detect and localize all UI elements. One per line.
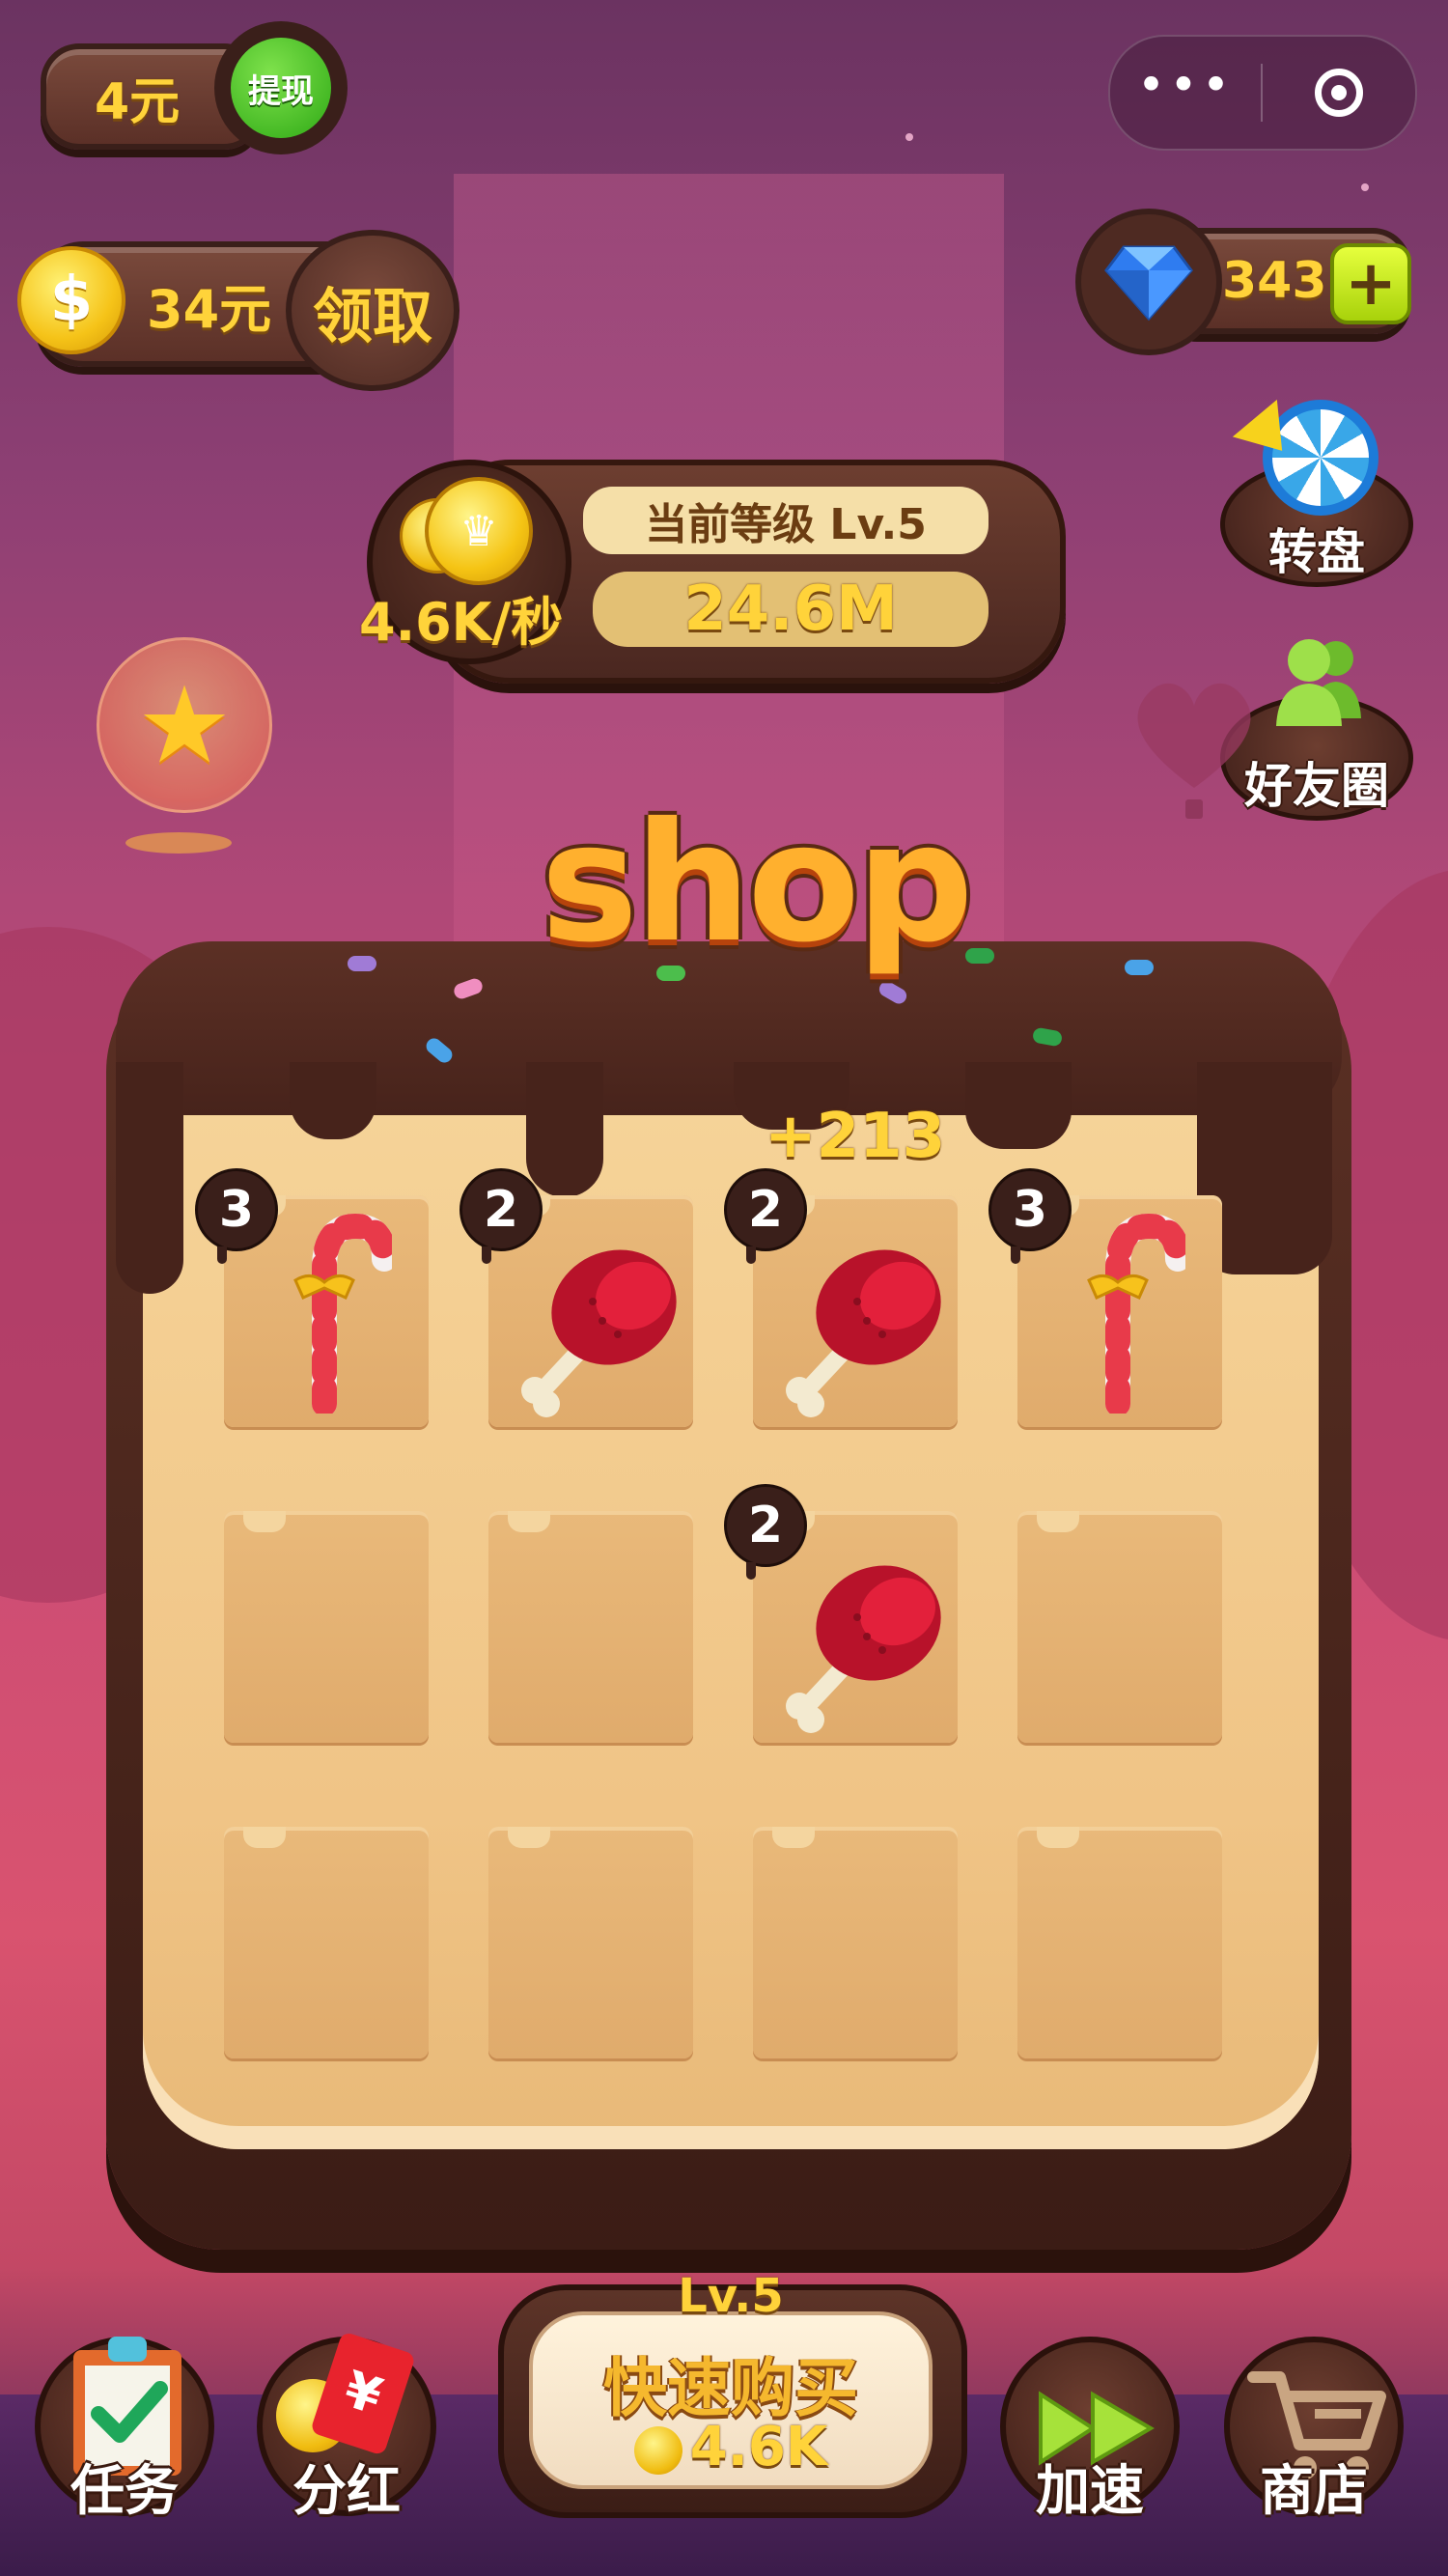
lucky-wheel-button[interactable]: 转盘 — [1220, 394, 1413, 587]
star-icon: ★ — [136, 663, 233, 787]
balloon-decoration — [1137, 683, 1251, 819]
quick-buy-cost-value: 4.6K — [689, 2416, 828, 2478]
diamond-icon — [1075, 209, 1222, 355]
miniprogram-capsule: ••• — [1108, 35, 1417, 151]
dividend-label: 分红 — [292, 2460, 401, 2523]
sparkle — [1361, 183, 1369, 191]
dollar-symbol: $ — [49, 265, 94, 336]
dividend-button[interactable]: ¥ 分红 — [257, 2331, 436, 2523]
candy-cane-icon[interactable] — [1050, 1211, 1190, 1417]
sprinkle — [1125, 960, 1154, 975]
shop-slot[interactable] — [488, 1511, 693, 1743]
coin-cash-amount: 34元 — [147, 278, 272, 340]
dollar-coin-icon: $ — [17, 246, 125, 354]
quick-buy-button[interactable]: Lv.5 快速购买 4.6K — [498, 2269, 967, 2518]
game-screen: 4元 提现 34元 $ 领取 ••• 343 + 当前等级 Lv.5 24.6M… — [0, 0, 1448, 2576]
withdraw-button[interactable]: 提现 — [214, 21, 348, 154]
income-rate: 4.6K/秒 — [359, 592, 564, 653]
withdraw-label: 提现 — [248, 71, 314, 111]
shop-slot[interactable] — [224, 1511, 429, 1743]
speed-up-label: 加速 — [1036, 2460, 1144, 2523]
more-dots-icon[interactable]: ••• — [1110, 61, 1261, 125]
item-level-badge: 2 — [724, 1484, 807, 1580]
chocolate-drip — [116, 1062, 183, 1294]
shop-slot[interactable] — [1017, 1827, 1222, 2058]
chocolate-drip — [965, 1062, 1072, 1149]
shop-title: shop — [541, 788, 974, 979]
plus-icon: + — [1345, 248, 1397, 320]
wheel-label: 转盘 — [1268, 524, 1365, 580]
meat-icon[interactable] — [770, 1550, 944, 1737]
coin-icon — [633, 2425, 682, 2475]
chocolate-drip — [526, 1062, 603, 1197]
sparkle — [905, 133, 913, 141]
tasks-label: 任务 — [70, 2460, 179, 2523]
star-bubble-button[interactable]: ★ — [97, 637, 272, 813]
level-title: 当前等级 Lv.5 — [583, 487, 989, 554]
claim-button[interactable]: 领取 — [286, 230, 459, 391]
item-level-badge: 2 — [724, 1168, 807, 1264]
total-coins: 24.6M — [593, 572, 989, 647]
meat-icon[interactable] — [506, 1234, 680, 1421]
crown-coin-icon: ♛ — [425, 477, 533, 585]
claim-label: 领取 — [312, 280, 432, 351]
shop-slot[interactable] — [1017, 1511, 1222, 1743]
cash-amount: 4元 — [95, 72, 181, 131]
quick-buy-cost: 4.6K — [533, 2416, 929, 2478]
candy-cane-icon[interactable] — [257, 1211, 397, 1417]
shop-slot[interactable] — [753, 1827, 958, 2058]
friends-icon — [1276, 639, 1361, 726]
star-shadow — [125, 832, 232, 854]
add-gems-button[interactable]: + — [1330, 243, 1411, 324]
shop-slot[interactable] — [488, 1827, 693, 2058]
target-icon — [1315, 69, 1363, 117]
item-level-badge: 3 — [989, 1168, 1072, 1264]
sprinkle — [348, 956, 376, 971]
store-button[interactable]: 商店 — [1224, 2337, 1404, 2523]
close-target-button[interactable] — [1263, 69, 1415, 117]
quick-buy-face: Lv.5 快速购买 4.6K — [529, 2269, 933, 2489]
store-label: 商店 — [1260, 2460, 1368, 2523]
coin-gain-popup: +213 — [765, 1101, 946, 1172]
speed-up-button[interactable]: 加速 — [1000, 2337, 1180, 2523]
item-level-badge: 3 — [195, 1168, 278, 1264]
gem-count: 343 — [1222, 252, 1327, 310]
shop-slot[interactable] — [224, 1827, 429, 2058]
item-level-badge: 2 — [459, 1168, 543, 1264]
yuan-symbol: ¥ — [337, 2360, 389, 2427]
quick-buy-level: Lv.5 — [678, 2269, 784, 2323]
tasks-button[interactable]: 任务 — [35, 2337, 214, 2523]
chocolate-drip — [290, 1062, 376, 1139]
meat-icon[interactable] — [770, 1234, 944, 1421]
red-packet-icon: ¥ — [309, 2331, 417, 2456]
